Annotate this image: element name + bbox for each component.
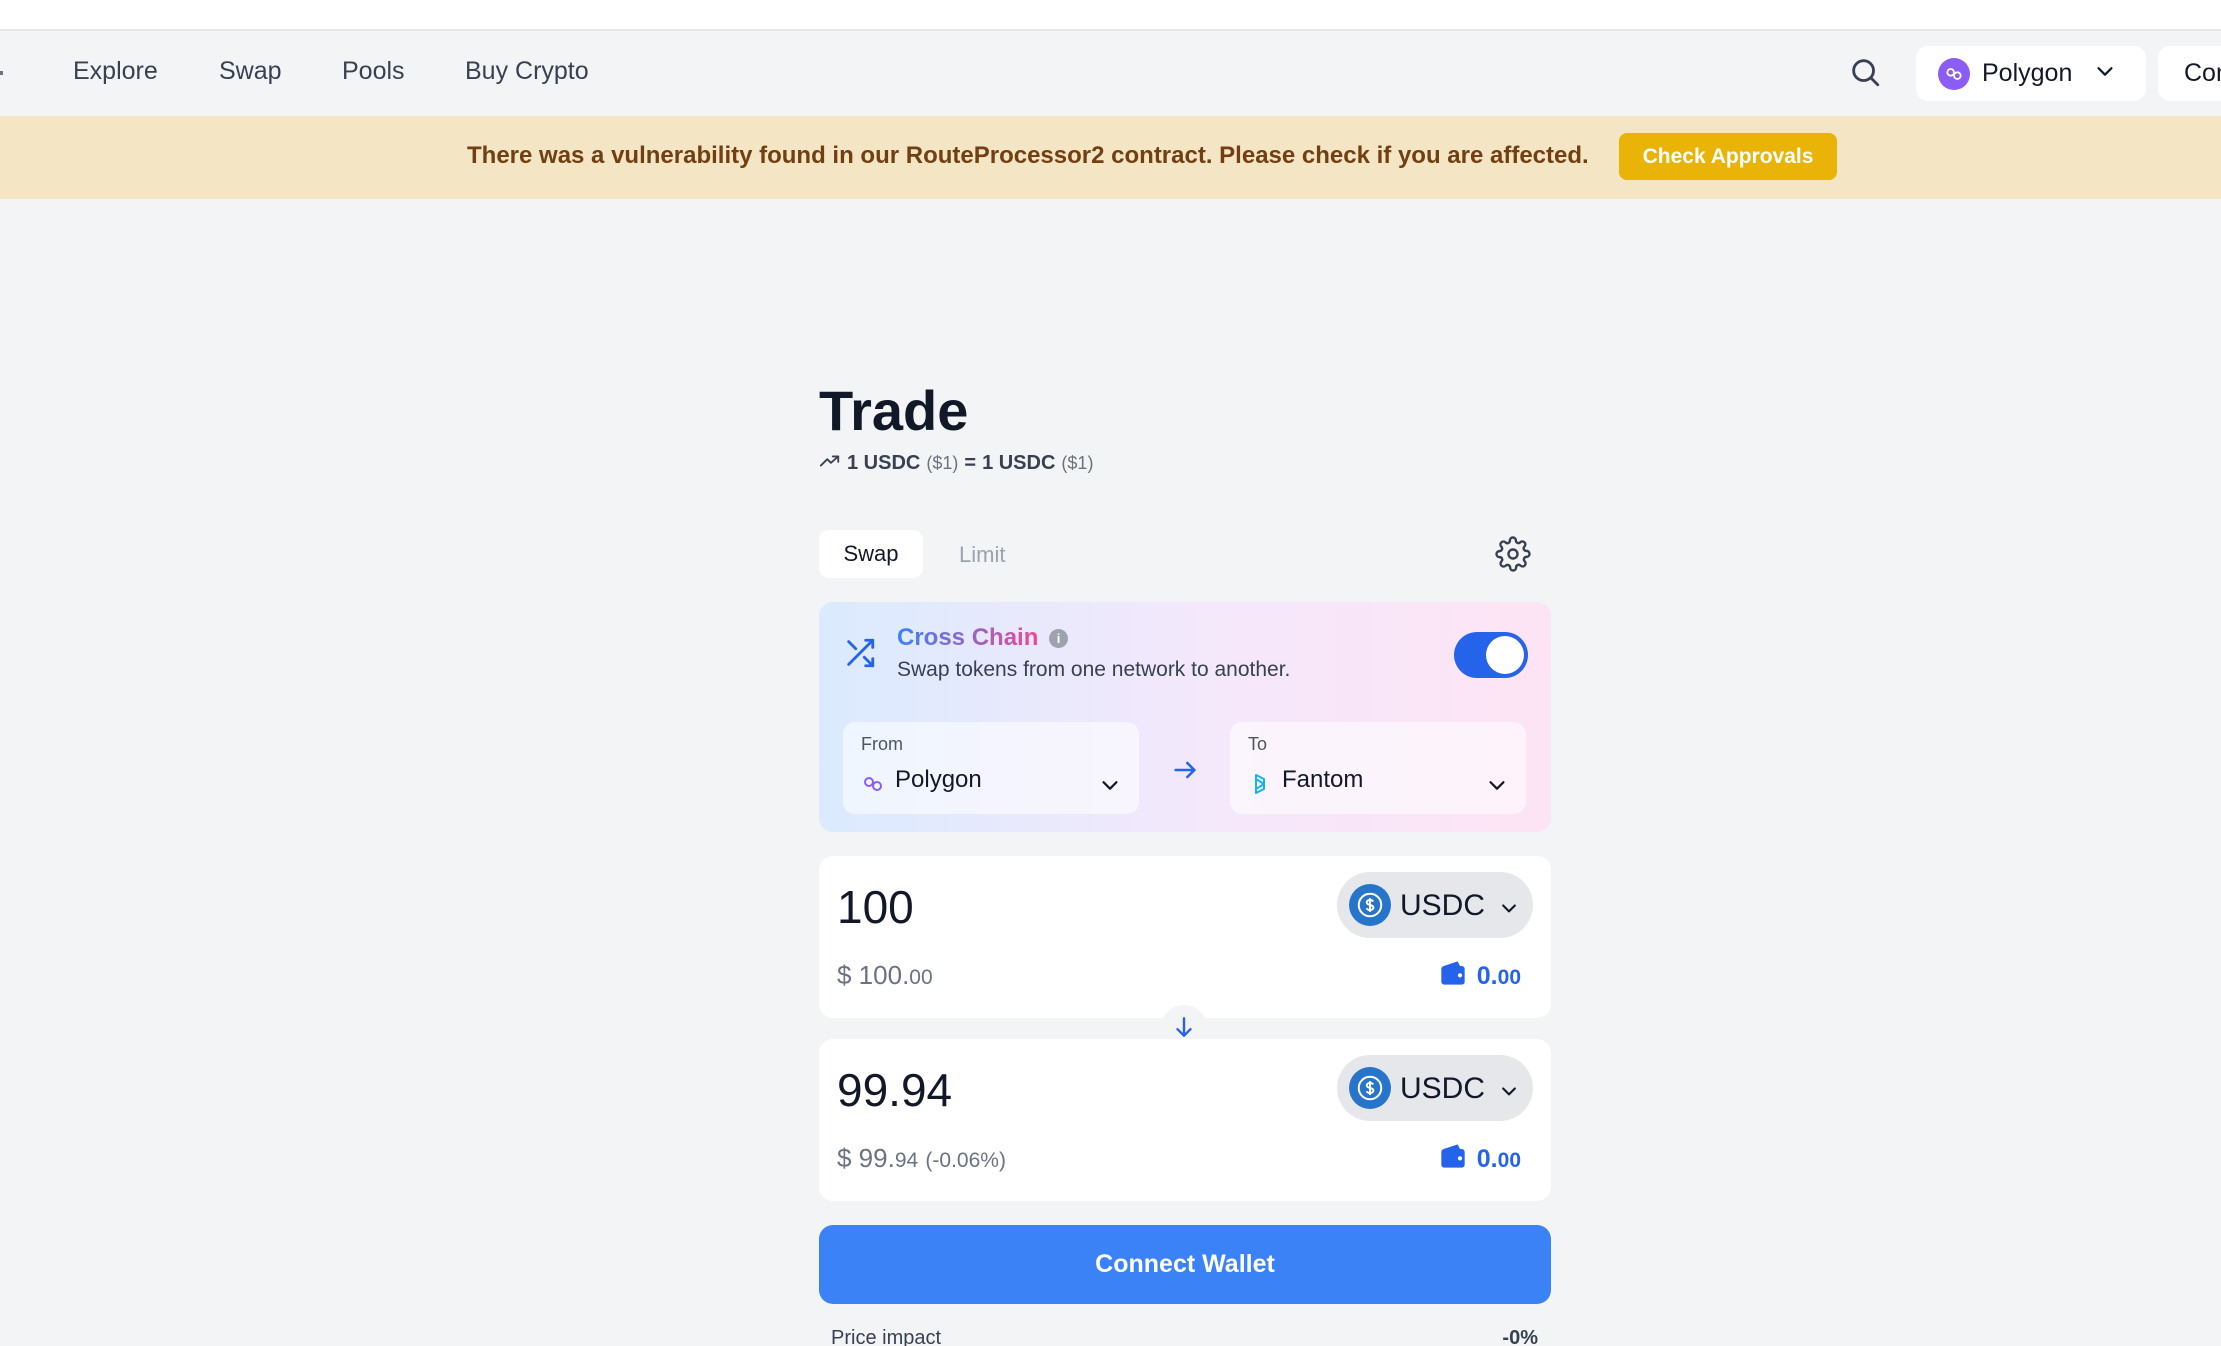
rate-eq: = <box>964 452 977 474</box>
fantom-icon <box>1248 772 1272 796</box>
usdc-icon <box>1349 884 1391 926</box>
price-impact-value: -0% <box>1502 1327 1538 1346</box>
arrow-right-icon <box>1171 756 1199 789</box>
network-selector[interactable]: Polygon <box>1916 46 2146 101</box>
output-usd-cents: 94 <box>894 1149 919 1172</box>
from-network: Polygon <box>895 766 982 793</box>
nav-buy-crypto[interactable]: Buy Crypto <box>465 57 589 86</box>
output-amount[interactable]: 99.94 <box>837 1063 952 1117</box>
banner-text: There was a vulnerability found in our R… <box>467 142 1589 169</box>
rate-from-usd: ($1) <box>926 453 959 473</box>
input-amount[interactable]: 100 <box>837 880 914 934</box>
to-network: Fantom <box>1282 766 1364 793</box>
logo-edge <box>0 71 3 75</box>
chevron-down-icon <box>1486 774 1508 801</box>
input-balance-value: 0.00 <box>1477 962 1521 991</box>
nav-explore[interactable]: Explore <box>73 57 158 86</box>
usdc-icon <box>1349 1067 1391 1109</box>
wallet-icon <box>1439 960 1467 993</box>
rate-from: 1 USDC <box>847 452 921 474</box>
vulnerability-banner: There was a vulnerability found in our R… <box>0 116 2221 199</box>
output-token-card: 99.94 $ 99.94 (-0.06%) USDC 0.00 <box>819 1039 1551 1201</box>
polygon-icon <box>1938 57 1970 90</box>
input-token-symbol: USDC <box>1400 889 1486 922</box>
to-label: To <box>1248 734 1268 754</box>
input-token-card: 100 $ 100.00 USDC 0.00 <box>819 856 1551 1018</box>
chevron-down-icon <box>1499 898 1519 923</box>
exchange-rate: 1 USDC ($1) = 1 USDC ($1) <box>819 452 1093 475</box>
chevron-down-icon <box>1499 1081 1519 1106</box>
output-balance-cents: 00 <box>1497 1149 1521 1172</box>
cross-chain-card: Cross Chain i Swap tokens from one netwo… <box>819 602 1551 832</box>
top-nav: Explore Swap Pools Buy Crypto Polygon Co… <box>0 31 2221 116</box>
output-usd-main: $ 99. <box>837 1143 895 1173</box>
input-usd-cents: 00 <box>909 966 933 989</box>
chevron-down-icon <box>2094 60 2116 87</box>
from-label: From <box>861 734 903 754</box>
search-icon[interactable] <box>1848 55 1882 89</box>
info-icon[interactable]: i <box>1049 629 1068 648</box>
gear-icon[interactable] <box>1495 536 1531 572</box>
polygon-icon <box>861 772 885 796</box>
output-balance-main: 0. <box>1476 1145 1498 1173</box>
to-network-selector[interactable]: To Fantom <box>1230 722 1526 814</box>
chevron-down-icon <box>1099 774 1121 801</box>
nav-swap[interactable]: Swap <box>219 57 282 86</box>
output-balance[interactable]: 0.00 <box>1439 1143 1521 1176</box>
toggle-knob <box>1486 636 1524 674</box>
page-title: Trade <box>819 379 969 442</box>
network-label: Polygon <box>1982 59 2073 87</box>
cross-chain-toggle[interactable] <box>1454 632 1528 678</box>
input-balance-cents: 00 <box>1497 966 1521 989</box>
tab-limit[interactable]: Limit <box>959 542 1005 568</box>
check-approvals-button[interactable]: Check Approvals <box>1619 133 1837 180</box>
input-usd-main: $ 100. <box>837 960 910 990</box>
cross-chain-subtitle: Swap tokens from one network to another. <box>897 658 1291 681</box>
input-balance[interactable]: 0.00 <box>1439 960 1521 993</box>
from-network-selector[interactable]: From Polygon <box>843 722 1139 814</box>
input-usd-value: $ 100.00 <box>837 960 933 991</box>
output-usd-change: (-0.06%) <box>925 1149 1006 1172</box>
output-token-symbol: USDC <box>1400 1072 1486 1105</box>
nav-pools[interactable]: Pools <box>342 57 405 86</box>
cross-chain-title: Cross Chain <box>897 624 1039 651</box>
input-token-selector[interactable]: USDC <box>1337 872 1533 938</box>
connect-button-top[interactable]: Connect <box>2158 46 2221 101</box>
rate-to-usd: ($1) <box>1061 453 1094 473</box>
output-balance-value: 0.00 <box>1477 1145 1521 1174</box>
connect-wallet-button[interactable]: Connect Wallet <box>819 1225 1551 1304</box>
output-usd-value: $ 99.94 (-0.06%) <box>837 1143 1006 1174</box>
trend-up-icon <box>819 452 841 475</box>
tab-swap[interactable]: Swap <box>819 530 923 578</box>
output-token-selector[interactable]: USDC <box>1337 1055 1533 1121</box>
browser-top-strip <box>0 0 2221 31</box>
price-impact-label: Price impact <box>831 1327 942 1346</box>
shuffle-icon <box>843 636 877 670</box>
rate-to: 1 USDC <box>982 452 1056 474</box>
wallet-icon <box>1439 1143 1467 1176</box>
input-balance-main: 0. <box>1476 962 1498 990</box>
